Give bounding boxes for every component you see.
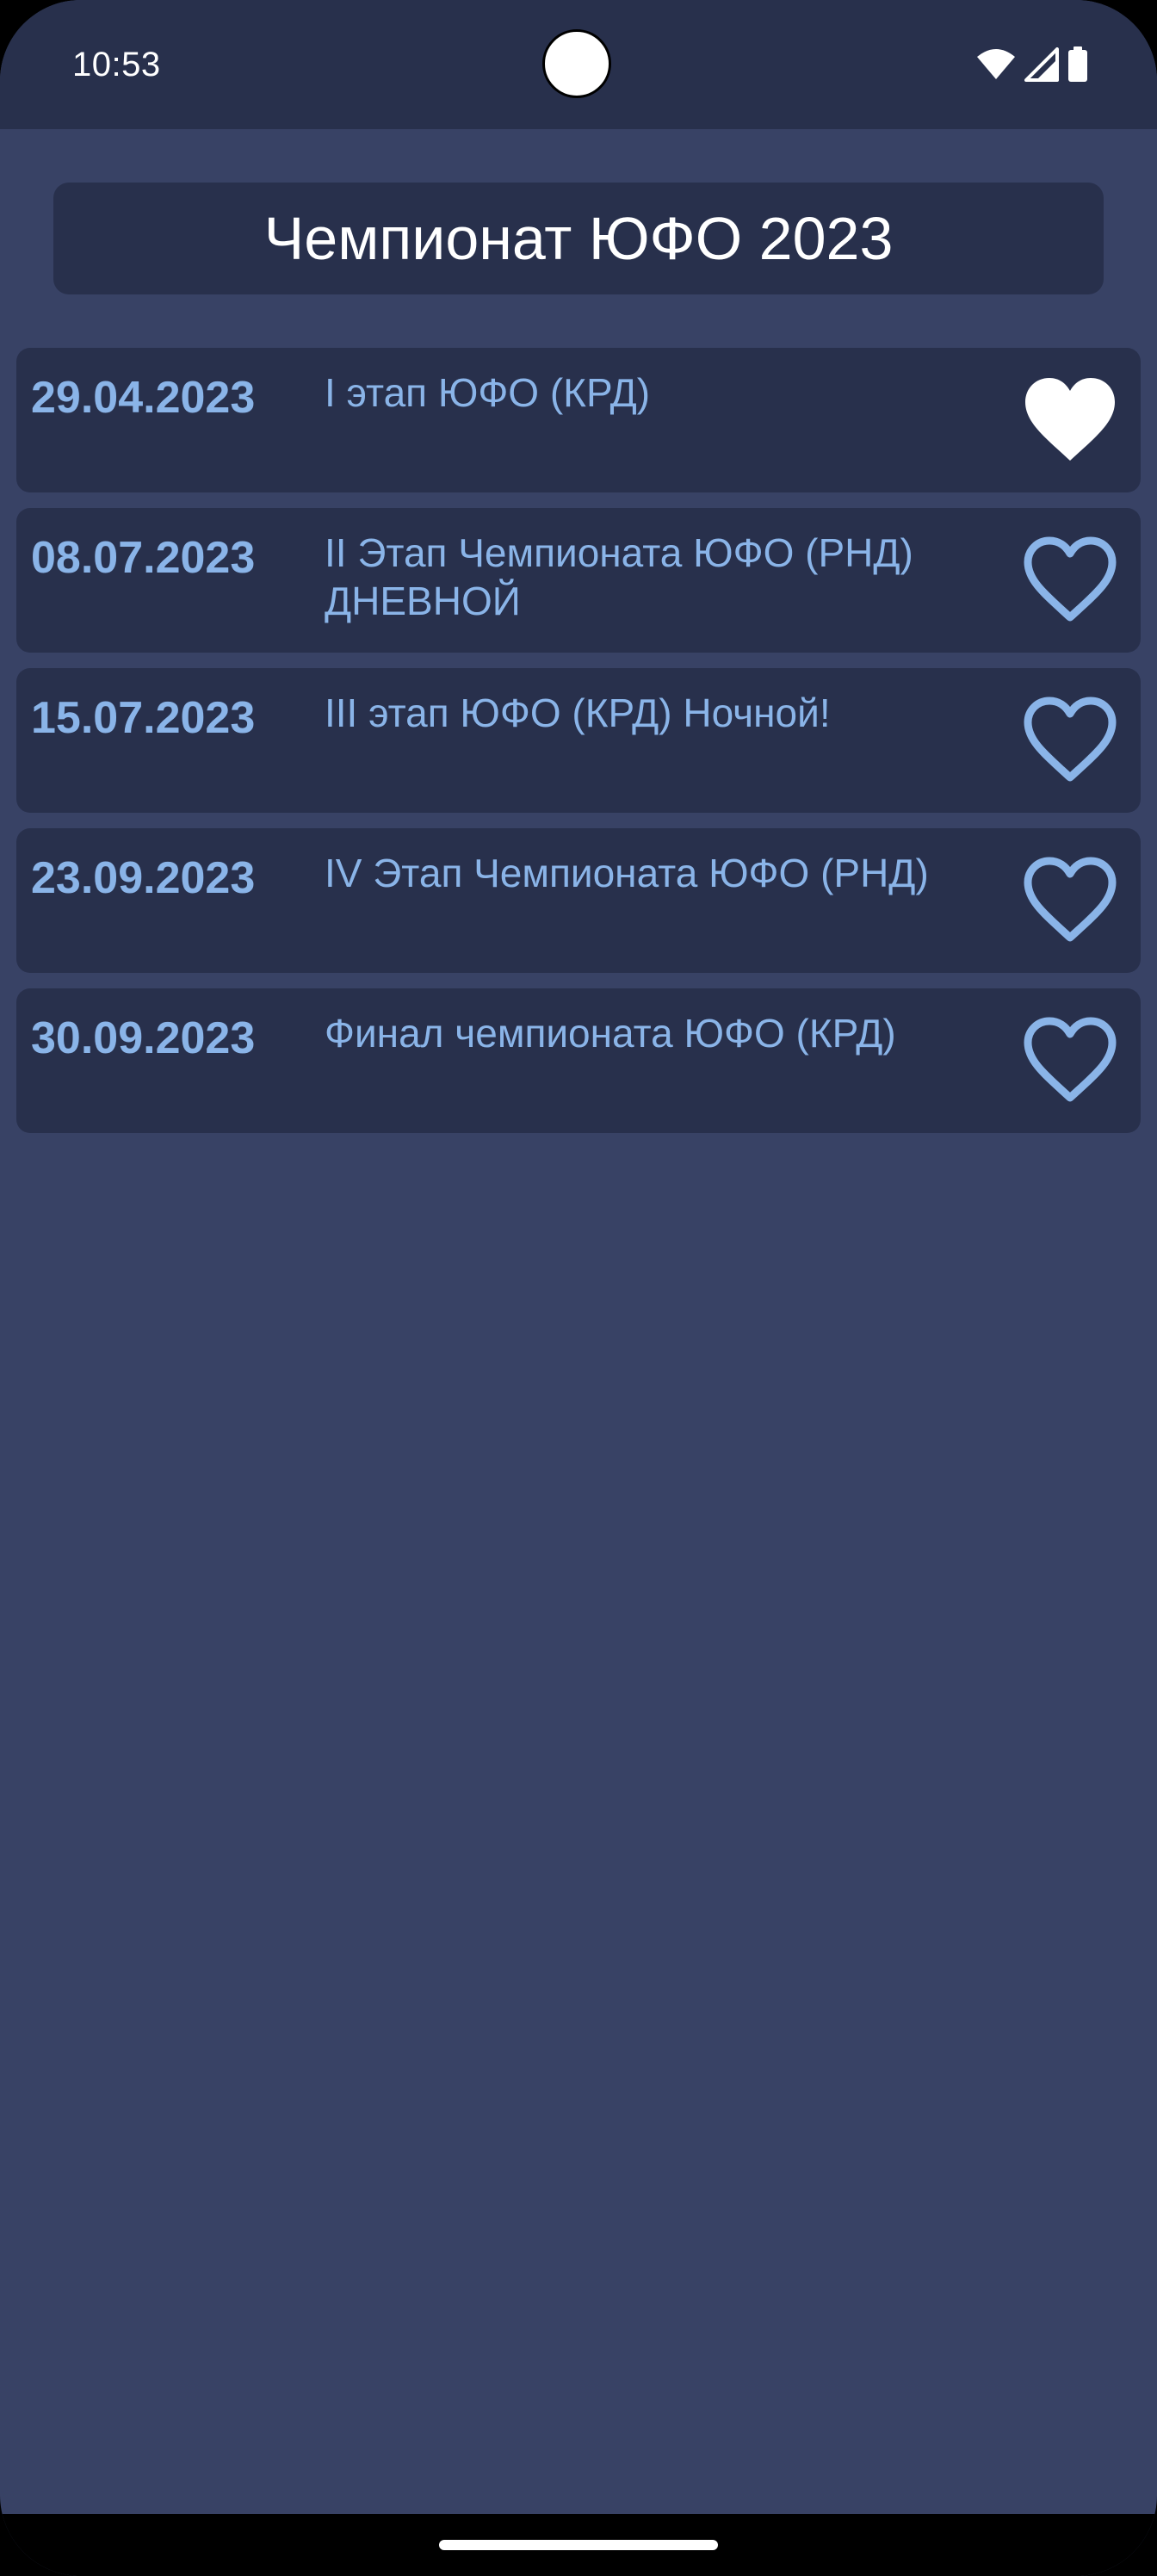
page-title: Чемпионат ЮФО 2023 [263,205,894,272]
event-name: I этап ЮФО (КРД) [325,370,651,415]
app-screen: 10:53 Чемпионат ЮФО 2023 29.04.2023 I эт… [0,0,1157,2576]
heart-outline-icon [1024,1017,1117,1102]
heart-outline-icon [1024,857,1117,942]
event-date: 30.09.2023 [31,1013,256,1063]
favorite-button[interactable] [1020,532,1120,627]
heart-outline-icon [1024,697,1117,782]
event-date: 23.09.2023 [31,853,256,903]
event-name: IV Этап Чемпионата ЮФО (РНД) [325,851,929,895]
championship-title-card: Чемпионат ЮФО 2023 [53,183,1104,294]
heart-outline-icon [1024,536,1117,622]
event-name: III этап ЮФО (КРД) Ночной! [325,690,831,735]
favorite-button[interactable] [1020,372,1120,467]
status-time: 10:53 [72,46,161,84]
home-gesture-handle[interactable] [439,2540,718,2550]
event-date: 08.07.2023 [31,533,256,583]
cellular-signal-icon [1024,47,1059,82]
front-camera-cutout [542,29,611,98]
list-item[interactable]: 23.09.2023 IV Этап Чемпионата ЮФО (РНД) [16,828,1141,973]
event-name: II Этап Чемпионата ЮФО (РНД) ДНЕВНОЙ [325,530,913,623]
status-icons [976,45,1088,84]
wifi-icon [976,48,1016,81]
system-navigation-bar [0,2514,1157,2576]
list-item[interactable]: 30.09.2023 Финал чемпионата ЮФО (КРД) [16,988,1141,1133]
favorite-button[interactable] [1020,692,1120,787]
list-item[interactable]: 15.07.2023 III этап ЮФО (КРД) Ночной! [16,668,1141,813]
event-date: 29.04.2023 [31,373,256,423]
event-name: Финал чемпионата ЮФО (КРД) [325,1011,896,1056]
list-item[interactable]: 29.04.2023 I этап ЮФО (КРД) [16,348,1141,492]
event-list: 29.04.2023 I этап ЮФО (КРД) 08.07.2023 I… [16,348,1141,1149]
favorite-button[interactable] [1020,852,1120,947]
battery-icon [1067,46,1088,83]
favorite-button[interactable] [1020,1012,1120,1107]
list-item[interactable]: 08.07.2023 II Этап Чемпионата ЮФО (РНД) … [16,508,1141,653]
event-date: 15.07.2023 [31,693,256,743]
status-bar: 10:53 [0,0,1157,129]
heart-filled-icon [1025,378,1115,461]
